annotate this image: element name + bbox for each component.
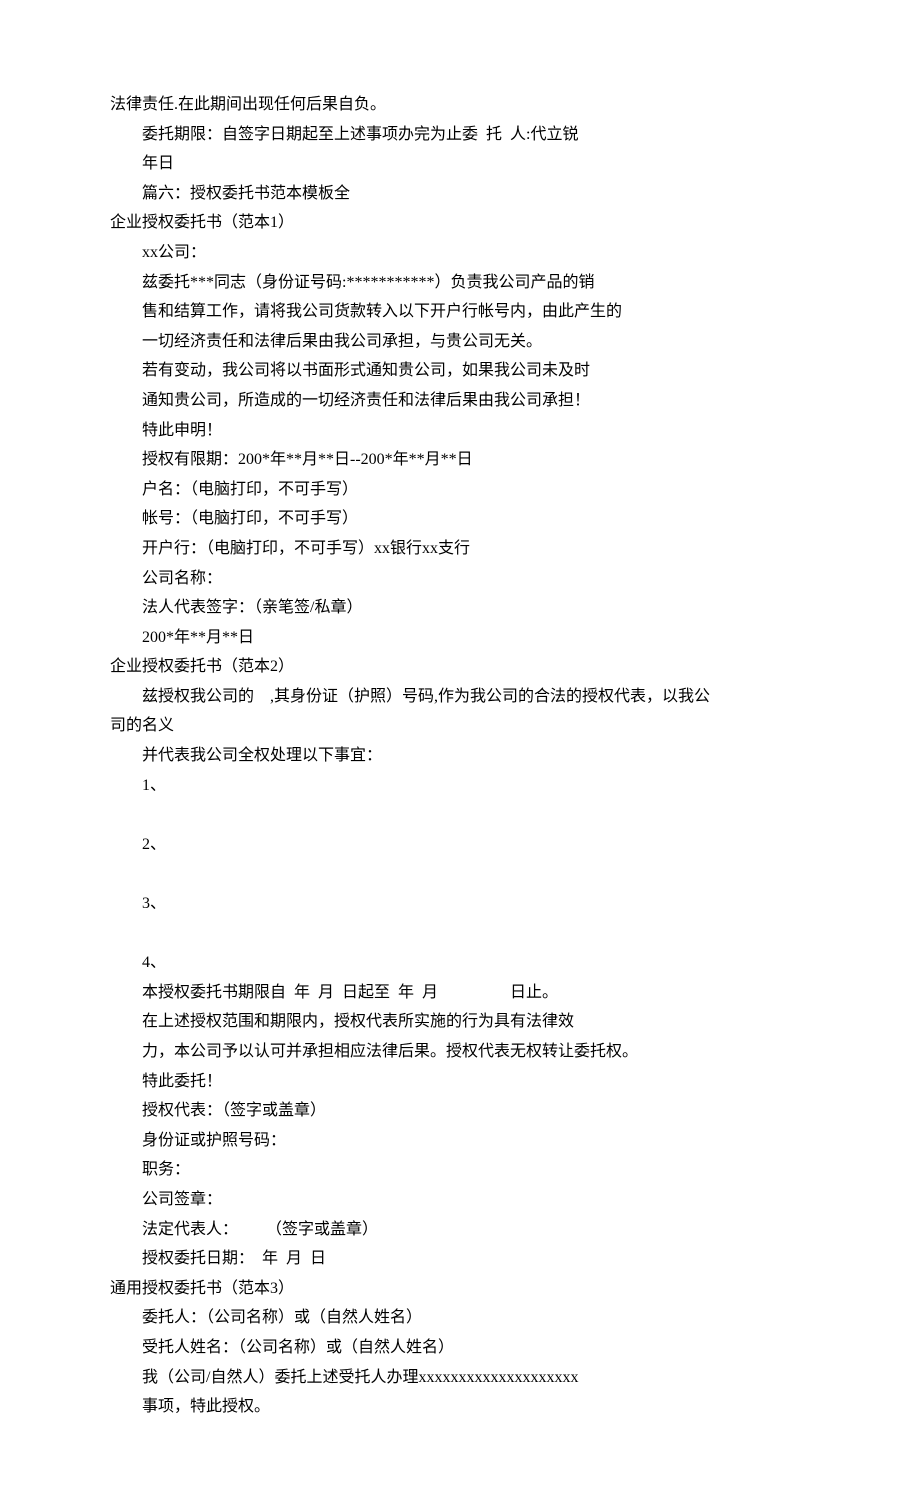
document-page: 法律责任.在此期间出现任何后果自负。委托期限：自签字日期起至上述事项办完为止委 …	[0, 0, 920, 1502]
text-line	[110, 859, 810, 889]
text-line: 法人代表签字：（亲笔签/私章）	[110, 593, 810, 623]
text-line: 年日	[110, 149, 810, 179]
text-line: 事项，特此授权。	[110, 1392, 810, 1422]
text-line: 企业授权委托书（范本2）	[110, 652, 810, 682]
text-line: 法定代表人： （签字或盖章）	[110, 1215, 810, 1245]
text-line: 力，本公司予以认可并承担相应法律后果。授权代表无权转让委托权。	[110, 1037, 810, 1067]
text-line: 特此申明！	[110, 416, 810, 446]
text-line: 身份证或护照号码：	[110, 1126, 810, 1156]
text-line: xx公司：	[110, 238, 810, 268]
text-line: 在上述授权范围和期限内，授权代表所实施的行为具有法律效	[110, 1007, 810, 1037]
document-body: 法律责任.在此期间出现任何后果自负。委托期限：自签字日期起至上述事项办完为止委 …	[110, 90, 810, 1422]
text-line: 户名：（电脑打印，不可手写）	[110, 475, 810, 505]
text-line: 授权代表：（签字或盖章）	[110, 1096, 810, 1126]
text-line: 本授权委托书期限自 年 月 日起至 年 月 日止。	[110, 978, 810, 1008]
text-line: 授权有限期：200*年**月**日--200*年**月**日	[110, 445, 810, 475]
text-line: 4、	[110, 948, 810, 978]
text-line: 1、	[110, 771, 810, 801]
text-line	[110, 800, 810, 830]
text-line: 若有变动，我公司将以书面形式通知贵公司，如果我公司未及时	[110, 356, 810, 386]
text-line: 我（公司/自然人）委托上述受托人办理xxxxxxxxxxxxxxxxxxxx	[110, 1363, 810, 1393]
text-line: 司的名义	[110, 711, 810, 741]
text-line: 公司签章：	[110, 1185, 810, 1215]
text-line	[110, 919, 810, 949]
text-line: 法律责任.在此期间出现任何后果自负。	[110, 90, 810, 120]
text-line: 3、	[110, 889, 810, 919]
text-line: 委托期限：自签字日期起至上述事项办完为止委 托 人:代立锐	[110, 120, 810, 150]
text-line: 200*年**月**日	[110, 623, 810, 653]
text-line: 一切经济责任和法律后果由我公司承担，与贵公司无关。	[110, 327, 810, 357]
text-line: 特此委托！	[110, 1067, 810, 1097]
text-line: 开户行：（电脑打印，不可手写）xx银行xx支行	[110, 534, 810, 564]
text-line: 篇六：授权委托书范本模板全	[110, 179, 810, 209]
text-line: 帐号：（电脑打印，不可手写）	[110, 504, 810, 534]
text-line: 受托人姓名：（公司名称）或（自然人姓名）	[110, 1333, 810, 1363]
text-line: 通用授权委托书（范本3）	[110, 1274, 810, 1304]
text-line: 售和结算工作，请将我公司货款转入以下开户行帐号内，由此产生的	[110, 297, 810, 327]
text-line: 职务：	[110, 1155, 810, 1185]
text-line: 2、	[110, 830, 810, 860]
text-line: 兹委托***同志（身份证号码:***********）负责我公司产品的销	[110, 268, 810, 298]
text-line: 委托人：（公司名称）或（自然人姓名）	[110, 1303, 810, 1333]
text-line: 授权委托日期： 年 月 日	[110, 1244, 810, 1274]
text-line: 通知贵公司，所造成的一切经济责任和法律后果由我公司承担！	[110, 386, 810, 416]
text-line: 兹授权我公司的 ,其身份证（护照）号码,作为我公司的合法的授权代表，以我公	[110, 682, 810, 712]
text-line: 公司名称：	[110, 564, 810, 594]
text-line: 企业授权委托书（范本1）	[110, 208, 810, 238]
text-line: 并代表我公司全权处理以下事宜：	[110, 741, 810, 771]
